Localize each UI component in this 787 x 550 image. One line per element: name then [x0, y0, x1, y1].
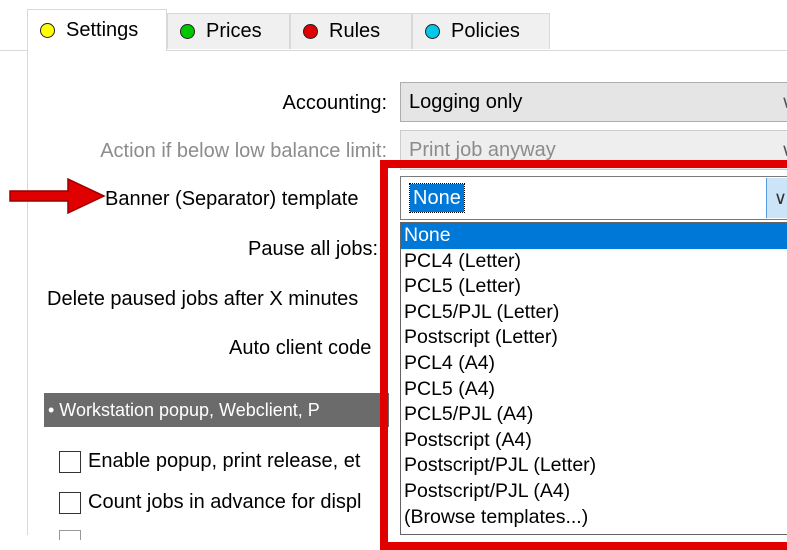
accounting-select[interactable]: Logging only ∨ [400, 82, 787, 122]
dropdown-option[interactable]: Postscript/PJL (Letter) [401, 453, 787, 479]
dropdown-option[interactable]: PCL4 (A4) [401, 351, 787, 377]
checkbox-label: Count jobs in advance for displ [88, 491, 362, 513]
dropdown-option[interactable]: PCL5/PJL (Letter) [401, 300, 787, 326]
tab-rules[interactable]: Rules [290, 13, 412, 49]
cyan-circle-icon [425, 24, 440, 39]
yellow-circle-icon [40, 23, 55, 38]
checkbox[interactable] [59, 450, 81, 473]
red-circle-icon [303, 24, 318, 39]
section-header: • Workstation popup, Webclient, P [44, 393, 389, 427]
dropdown-option[interactable]: PCL4 (Letter) [401, 249, 787, 275]
accounting-label: Accounting: [282, 92, 387, 114]
banner-label: Banner (Separator) template [105, 188, 359, 210]
tab-prices[interactable]: Prices [167, 13, 290, 49]
tab-label: Policies [451, 20, 520, 42]
checkbox[interactable] [59, 491, 81, 514]
accounting-value: Logging only [409, 90, 523, 113]
low-balance-label: Action if below low balance limit: [100, 140, 387, 162]
count-jobs-checkbox-row[interactable]: Count jobs in advance for displ [59, 491, 362, 514]
popup-checkbox-row[interactable]: Enable popup, print release, et [59, 450, 360, 473]
banner-template-select[interactable]: None ∨ [400, 176, 787, 220]
checkbox[interactable] [59, 530, 81, 540]
tab-label: Rules [329, 20, 381, 42]
banner-template-value: None [409, 183, 465, 213]
low-balance-value: Print job anyway [409, 138, 556, 161]
banner-template-dropdown-list[interactable]: None PCL4 (Letter) PCL5 (Letter) PCL5/PJL (… [400, 222, 787, 535]
green-circle-icon [180, 24, 195, 39]
tab-policies[interactable]: Policies [412, 13, 550, 49]
tab-settings[interactable]: Settings [27, 9, 167, 51]
pause-jobs-label: Pause all jobs: [248, 238, 379, 260]
red-arrow-icon [9, 177, 106, 215]
chevron-down-icon: ∨ [776, 83, 787, 121]
delete-paused-label: Delete paused jobs after X minutes [47, 288, 359, 310]
low-balance-select: Print job anyway ∨ [400, 130, 787, 170]
dropdown-option[interactable]: (Browse templates...) [401, 505, 787, 531]
dropdown-option[interactable]: Postscript/PJL (A4) [401, 479, 787, 505]
dropdown-option[interactable]: Postscript (Letter) [401, 325, 787, 351]
dropdown-option[interactable]: Postscript (A4) [401, 428, 787, 454]
auto-client-code-label: Auto client code [229, 337, 372, 359]
chevron-down-icon[interactable]: ∨ [766, 178, 787, 218]
panel-border [27, 50, 28, 535]
checkbox-label: Enable popup, print release, et [88, 450, 361, 472]
dropdown-option[interactable]: None [401, 223, 787, 249]
dropdown-option[interactable]: PCL5/PJL (A4) [401, 402, 787, 428]
tab-label: Prices [206, 20, 262, 42]
chevron-down-icon: ∨ [776, 131, 787, 169]
dropdown-option[interactable]: PCL5 (A4) [401, 377, 787, 403]
dropdown-option[interactable]: PCL5 (Letter) [401, 274, 787, 300]
tab-label: Settings [66, 19, 139, 41]
